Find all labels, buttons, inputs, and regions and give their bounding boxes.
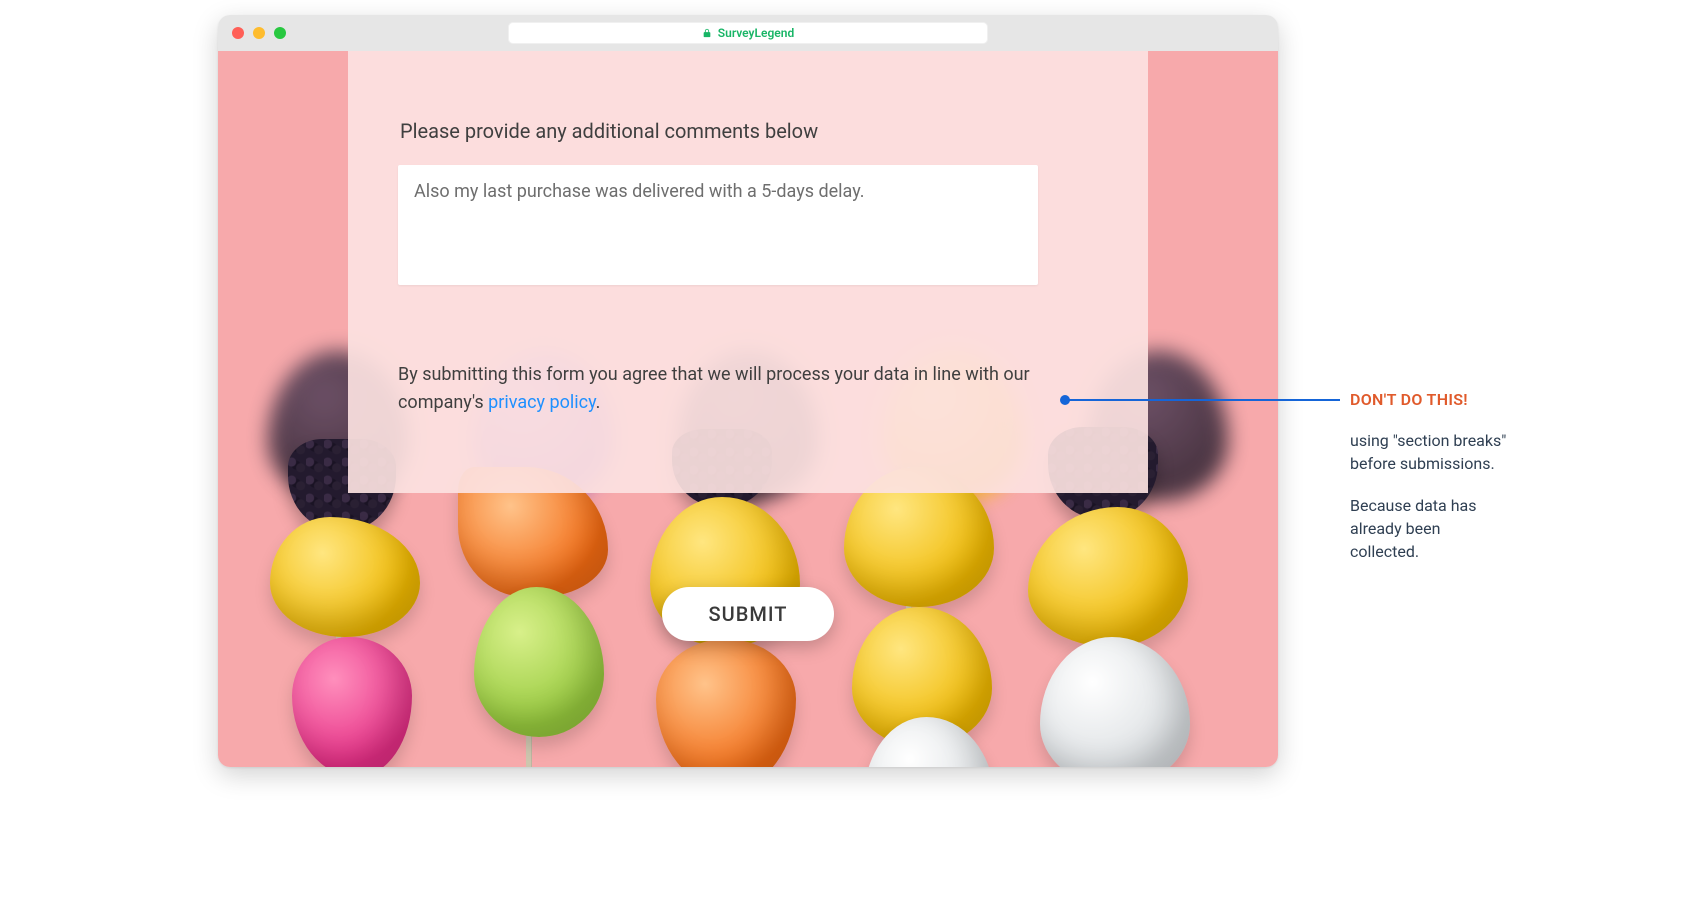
submit-button[interactable]: SUBMIT	[662, 587, 834, 641]
fullscreen-icon[interactable]	[274, 27, 286, 39]
question-label: Please provide any additional comments b…	[400, 119, 1098, 143]
lock-icon	[702, 28, 712, 38]
close-icon[interactable]	[232, 27, 244, 39]
minimize-icon[interactable]	[253, 27, 265, 39]
privacy-policy-link[interactable]: privacy policy	[488, 392, 596, 413]
consent-suffix: .	[596, 392, 601, 413]
site-name: SurveyLegend	[718, 26, 794, 40]
browser-window: SurveyLegend	[218, 15, 1278, 767]
annotation-note: DON'T DO THIS! using "section breaks" be…	[1350, 388, 1510, 581]
comments-textarea[interactable]	[398, 165, 1038, 285]
page-viewport: Please provide any additional comments b…	[218, 51, 1278, 767]
traffic-lights	[232, 27, 286, 39]
submit-label: SUBMIT	[709, 602, 788, 626]
annotation-line-1: using "section breaks" before submission…	[1350, 429, 1510, 475]
address-bar[interactable]: SurveyLegend	[508, 22, 988, 44]
annotation-headline: DON'T DO THIS!	[1350, 388, 1510, 411]
survey-panel: Please provide any additional comments b…	[348, 51, 1148, 493]
annotation-line-2: Because data has already been collected.	[1350, 494, 1510, 564]
annotation-pointer	[1065, 399, 1340, 401]
consent-text: By submitting this form you agree that w…	[398, 361, 1038, 417]
browser-titlebar: SurveyLegend	[218, 15, 1278, 51]
